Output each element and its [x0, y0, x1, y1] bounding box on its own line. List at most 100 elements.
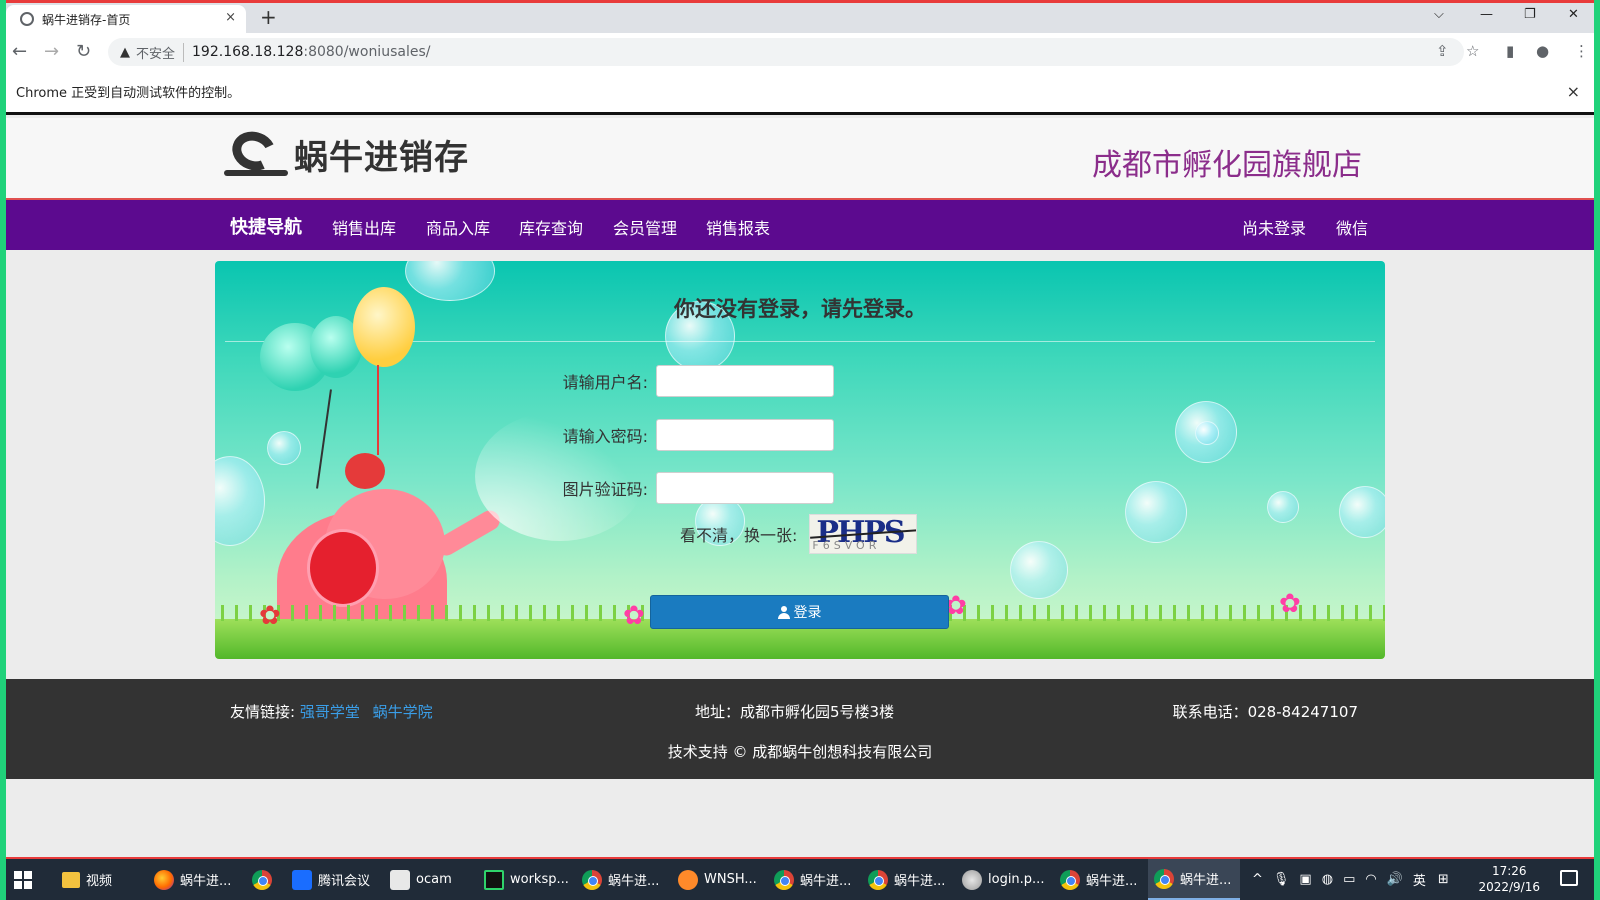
site-header: 蜗牛进销存 成都市孵化园旗舰店 [6, 118, 1594, 198]
taskbar-item-active[interactable]: 蜗牛进... [1148, 859, 1240, 900]
ime-indicator[interactable]: 英 [1413, 870, 1426, 889]
forward-icon[interactable]: → [44, 41, 59, 62]
tray-expand-icon[interactable]: ^ [1252, 872, 1263, 887]
nav-item-wechat[interactable]: 微信 [1336, 215, 1368, 239]
restore-button[interactable]: ❐ [1524, 7, 1536, 22]
bubble-decoration [267, 431, 301, 465]
tab-title: 蜗牛进销存-首页 [42, 12, 131, 27]
link-woniu-academy[interactable]: 蜗牛学院 [373, 703, 433, 721]
taskbar-item[interactable]: 蜗牛进... [1054, 859, 1144, 900]
tray-app-icon[interactable]: ◍ [1322, 872, 1333, 887]
taskbar-clock[interactable]: 17:26 2022/9/16 [1478, 863, 1540, 895]
login-button-label: 登录 [793, 605, 822, 621]
taskbar-item[interactable]: 视频 [56, 859, 118, 900]
footer-phone: 联系电话：028-84247107 [1172, 703, 1358, 721]
bubble-decoration [1267, 491, 1299, 523]
login-button[interactable]: 登录 [650, 595, 949, 629]
captcha-image[interactable]: PHPS F6SVOR [809, 514, 918, 554]
nav-item-stock-query[interactable]: 库存查询 [519, 215, 583, 239]
nav-item-members[interactable]: 会员管理 [613, 215, 677, 239]
taskbar-item[interactable]: worksp... [478, 859, 570, 900]
link-qiangge[interactable]: 强哥学堂 [300, 703, 360, 721]
battery-icon[interactable]: ▭ [1343, 872, 1355, 887]
chrome-icon [1060, 869, 1080, 890]
notification-icon[interactable] [1560, 870, 1578, 886]
friend-links: 友情链接: 强哥学堂 蜗牛学院 [230, 701, 441, 722]
nav-item-sales-report[interactable]: 销售报表 [706, 215, 770, 239]
back-icon[interactable]: ← [12, 41, 27, 62]
login-panel: 你还没有登录，请先登录。 ✿ ✿ ✿ ✿ 请输用户名: 请输入密码: 图片验证码… [215, 261, 1385, 659]
captcha-input[interactable] [656, 472, 834, 504]
wifi-icon[interactable]: ◠ [1365, 872, 1376, 887]
bubble-decoration [1010, 541, 1068, 599]
reload-icon[interactable]: ↻ [76, 41, 91, 62]
nav-item-login-status[interactable]: 尚未登录 [1242, 215, 1306, 239]
captcha-label: 图片验证码: [562, 480, 648, 499]
site-logo[interactable]: 蜗牛进销存 [224, 125, 469, 180]
bubble-decoration [1339, 486, 1385, 538]
taskbar-label: WNSH... [704, 872, 757, 887]
share-icon[interactable]: ⇪ [1436, 42, 1449, 60]
captcha-refresh-label: 看不清，换一张: [680, 526, 798, 545]
taskbar-item[interactable]: 蜗牛进... [148, 859, 238, 900]
url-path: :8080/woniusales/ [303, 44, 431, 60]
password-input[interactable] [656, 419, 834, 451]
nav-item-sales-out[interactable]: 销售出库 [332, 215, 396, 239]
username-input[interactable] [656, 365, 834, 397]
new-tab-button[interactable]: + [260, 7, 277, 27]
tab-search-icon[interactable]: ⌵ [1434, 7, 1444, 22]
warning-icon[interactable]: ▲ [120, 45, 130, 60]
taskbar-item[interactable]: login.p... [956, 859, 1048, 900]
taskbar-label: 蜗牛进... [1180, 873, 1232, 888]
taskbar-item[interactable]: 蜗牛进... [576, 859, 666, 900]
bubble-decoration [215, 456, 265, 546]
footer-address: 地址：成都市孵化园5号楼3楼 [695, 703, 895, 721]
globe-icon [20, 12, 34, 26]
paint-icon [962, 869, 982, 890]
infobar-close-icon[interactable]: × [1567, 82, 1580, 101]
taskbar-item[interactable]: 蜗牛进... [768, 859, 858, 900]
ocam-icon [390, 869, 410, 890]
close-window-button[interactable]: ✕ [1568, 7, 1579, 22]
windows-start-icon[interactable] [14, 871, 32, 889]
user-icon [777, 605, 790, 619]
nav-item-goods-in[interactable]: 商品入库 [426, 215, 490, 239]
menu-icon[interactable]: ⋮ [1574, 42, 1589, 60]
clock-time: 17:26 [1491, 864, 1527, 878]
tray-app-icon[interactable]: ▣ [1299, 872, 1311, 887]
minimize-button[interactable]: — [1480, 7, 1493, 22]
taskbar: 视频 蜗牛进... 腾讯会议 ocam worksp... 蜗牛进... WNS… [0, 857, 1600, 900]
pycharm-icon [484, 869, 504, 890]
chrome-icon [774, 869, 794, 890]
footer-copyright: 技术支持 © 成都蜗牛创想科技有限公司 [667, 743, 933, 761]
tab-close-icon[interactable]: × [225, 10, 236, 25]
nav-brand[interactable]: 快捷导航 [230, 213, 302, 239]
chrome-icon [868, 869, 888, 890]
security-label[interactable]: 不安全 [136, 42, 185, 62]
side-panel-icon[interactable]: ▮ [1506, 42, 1514, 60]
volume-icon[interactable]: 🔊 [1387, 872, 1403, 887]
balloon-string [316, 389, 332, 489]
taskbar-item[interactable]: 蜗牛进... [862, 859, 952, 900]
taskbar-item[interactable]: WNSH... [672, 859, 764, 900]
bookmark-star-icon[interactable]: ☆ [1466, 42, 1479, 60]
captcha-subtext: F6SVOR [812, 539, 881, 552]
taskbar-item[interactable] [246, 859, 282, 900]
url-input[interactable]: ▲ 不安全 192.168.18.128:8080/woniusales/ [108, 38, 1464, 66]
chrome-icon [1154, 868, 1174, 889]
browser-tab[interactable]: 蜗牛进销存-首页 × [6, 5, 246, 33]
profile-icon[interactable]: ● [1536, 42, 1549, 60]
store-name: 成都市孵化园旗舰店 [1092, 148, 1362, 183]
microphone-icon[interactable]: 🎙 [1273, 872, 1290, 887]
password-row: 请输入密码: [548, 419, 834, 451]
taskbar-item[interactable]: ocam [384, 859, 464, 900]
taskbar-item[interactable]: 腾讯会议 [286, 859, 376, 900]
captcha-row: 图片验证码: [548, 472, 834, 504]
taskbar-label: 蜗牛进... [894, 874, 946, 889]
taskbar-label: 腾讯会议 [318, 874, 371, 889]
clock-date: 2022/9/16 [1478, 880, 1540, 894]
keyboard-icon[interactable]: ⊞ [1438, 872, 1449, 887]
folder-icon [62, 871, 80, 888]
flower-icon: ✿ [1279, 589, 1301, 619]
taskbar-label: worksp... [510, 872, 569, 887]
